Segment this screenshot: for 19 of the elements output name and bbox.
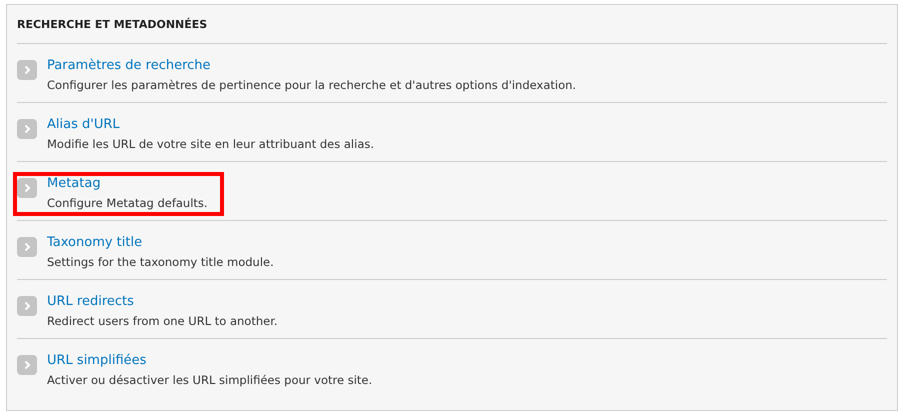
config-link[interactable]: URL redirects bbox=[47, 294, 278, 309]
config-link[interactable]: Metatag bbox=[47, 176, 208, 191]
item-description: Redirect users from one URL to another. bbox=[47, 314, 278, 328]
item-description: Modifie les URL de votre site en leur attribuant des alias. bbox=[47, 137, 374, 151]
chevron-icon[interactable] bbox=[17, 237, 37, 257]
section-title: RECHERCHE ET METADONNÉES bbox=[17, 18, 208, 30]
config-link[interactable]: Alias d'URL bbox=[47, 117, 374, 132]
chevron-icon[interactable] bbox=[17, 60, 37, 80]
chevron-icon[interactable] bbox=[17, 355, 37, 375]
item-description: Settings for the taxonomy title module. bbox=[47, 255, 274, 269]
chevron-icon[interactable] bbox=[17, 178, 37, 198]
chevron-icon[interactable] bbox=[17, 119, 37, 139]
config-link[interactable]: Taxonomy title bbox=[47, 235, 274, 250]
config-link[interactable]: Paramètres de recherche bbox=[47, 58, 576, 73]
item-description: Activer ou désactiver les URL simplifiées pour votre site. bbox=[47, 373, 372, 387]
chevron-icon[interactable] bbox=[17, 296, 37, 316]
item-description: Configurer les paramètres de pertinence pour la recherche et d'autres options d'indexation. bbox=[47, 78, 576, 92]
item-description: Configure Metatag defaults. bbox=[47, 196, 208, 210]
config-link[interactable]: URL simplifiées bbox=[47, 353, 372, 368]
